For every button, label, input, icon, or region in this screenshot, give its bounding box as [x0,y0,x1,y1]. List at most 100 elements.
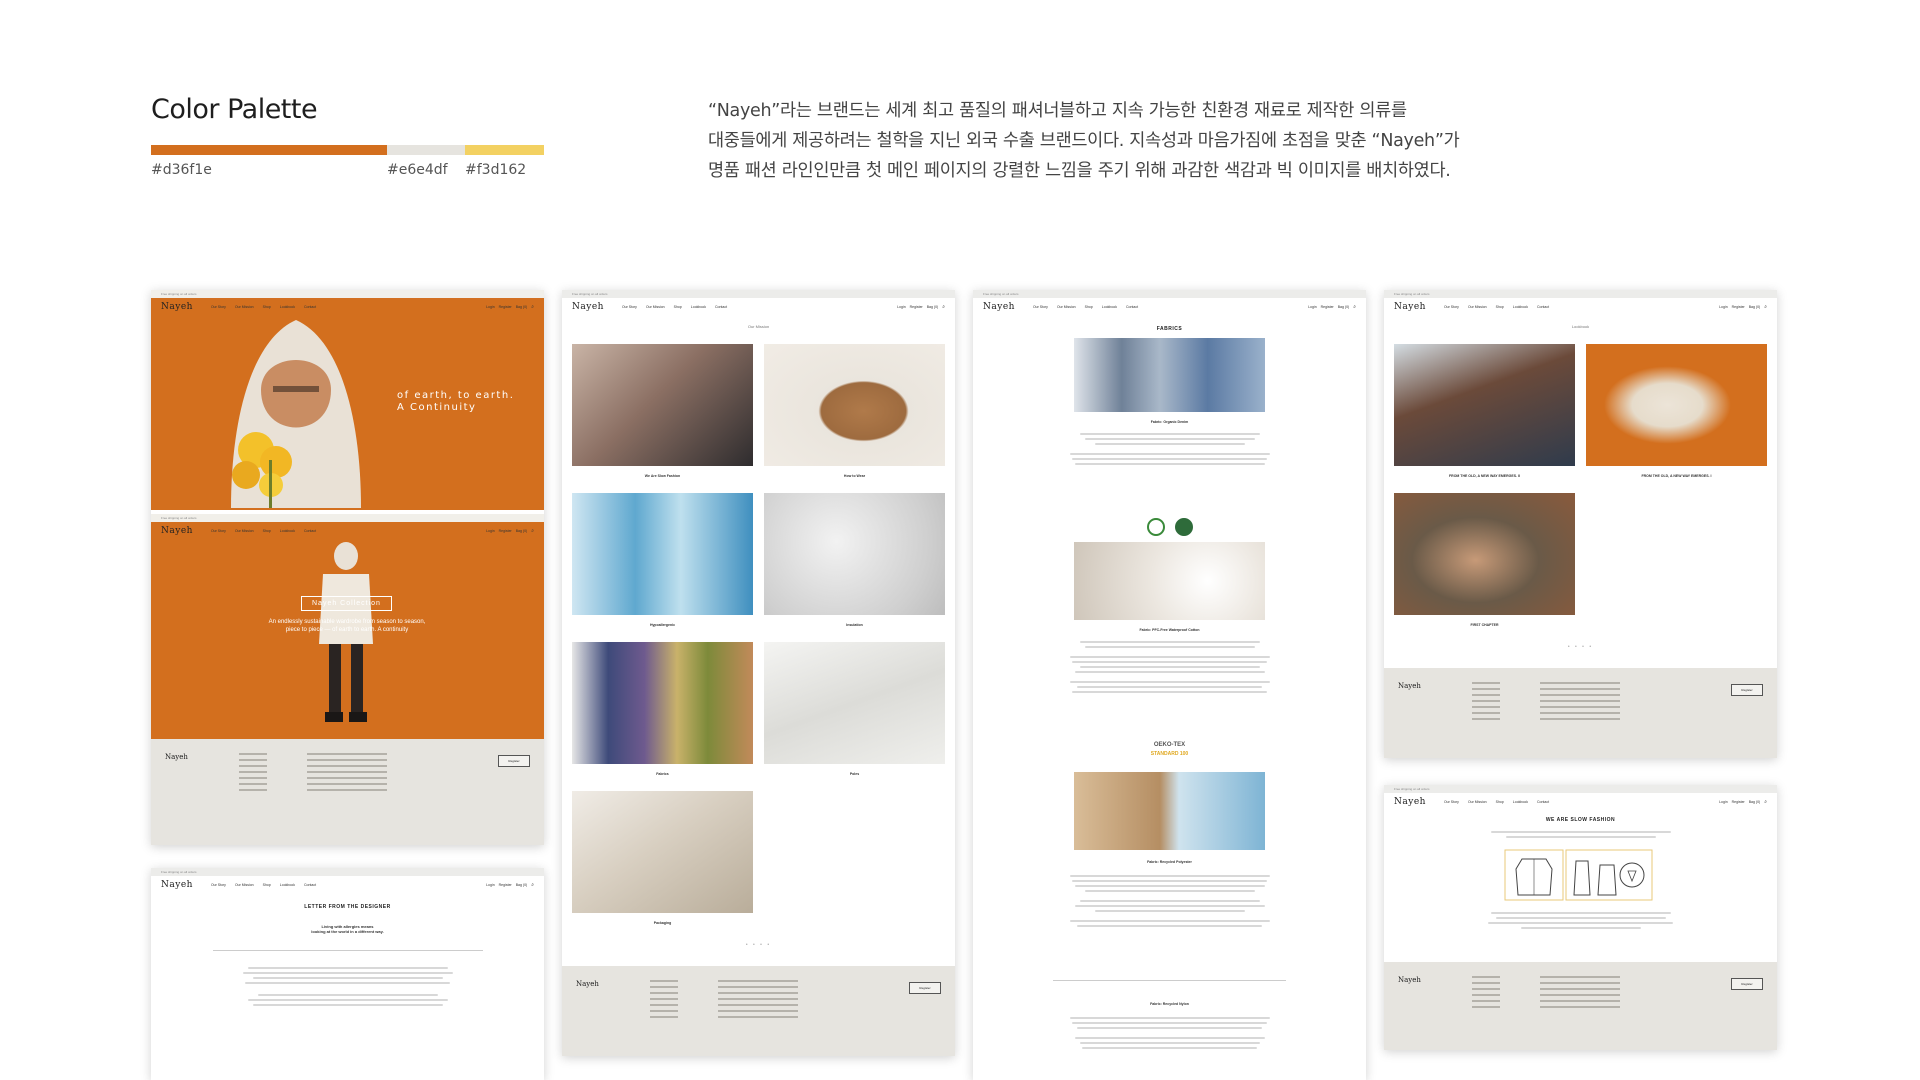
nav-link[interactable]: Our Story [622,305,637,309]
bag-link[interactable]: Bag (0) [927,305,938,309]
nav-link[interactable]: Contact [1537,800,1549,804]
nav-link[interactable]: Our Story [211,883,226,887]
search-icon[interactable]: ⌕ [531,882,534,888]
login-link[interactable]: Login [1719,800,1728,804]
mission-image-insulation[interactable] [764,493,945,615]
pagination-dots[interactable]: • • • • [1384,644,1777,650]
mission-image-hypoallergenic[interactable] [572,493,753,615]
nav-link[interactable]: Shop [263,529,271,533]
nav-link[interactable]: Our Mission [235,883,254,887]
fabric-section-title: Fabric: Recycled Nylon [1150,1002,1189,1006]
register-link[interactable]: Register [1732,305,1745,309]
nav-link[interactable]: Our Story [211,529,226,533]
logo[interactable]: Nayeh [161,302,193,312]
nav-link[interactable]: Our Story [1033,305,1048,309]
footer-register-button[interactable]: Register [909,982,941,994]
fabric-section-title: Fabric: Organic Denim [1150,420,1189,424]
bag-link[interactable]: Bag (0) [1338,305,1349,309]
register-link[interactable]: Register [1732,800,1745,804]
login-link[interactable]: Login [486,305,495,309]
register-link[interactable]: Register [1321,305,1334,309]
footer-logo[interactable]: Nayeh [1398,976,1421,984]
register-link[interactable]: Register [499,883,512,887]
register-link[interactable]: Register [499,305,512,309]
fabric-image-denim [1074,338,1265,412]
register-link[interactable]: Register [499,529,512,533]
nav-link[interactable]: Contact [1537,305,1549,309]
mission-image-packaging[interactable] [572,791,753,913]
mission-image-how-to-wear[interactable] [764,344,945,466]
logo[interactable]: Nayeh [983,302,1015,312]
nav-link[interactable]: Our Mission [1057,305,1076,309]
bag-link[interactable]: Bag (0) [1749,305,1760,309]
logo[interactable]: Nayeh [572,302,604,312]
fabrics-title: FABRICS [1156,326,1183,332]
search-icon[interactable]: ⌕ [1764,304,1767,310]
nav-link[interactable]: Contact [304,883,316,887]
mission-image-slow-fashion[interactable] [572,344,753,466]
text-line [252,1004,443,1006]
nav-link[interactable]: Our Mission [235,529,254,533]
footer-company-info [1540,976,1620,1012]
footer-register-button[interactable]: Register [498,755,530,767]
pagination-dots[interactable]: • • • • [562,942,955,948]
nav-link[interactable]: Shop [1085,305,1093,309]
lookbook-caption: FROM THE OLD, A NEW WAY EMERGES. I [1641,474,1712,478]
bag-link[interactable]: Bag (0) [516,883,527,887]
footer-register-button[interactable]: Register [1731,684,1763,696]
login-link[interactable]: Login [486,883,495,887]
logo[interactable]: Nayeh [161,526,193,536]
login-link[interactable]: Login [897,305,906,309]
nav-link[interactable]: Lookbook [1513,800,1528,804]
nav-link[interactable]: Lookbook [1102,305,1117,309]
footer-logo[interactable]: Nayeh [576,980,599,988]
nav-link[interactable]: Contact [715,305,727,309]
nav-link[interactable]: Contact [304,529,316,533]
footer-register-button[interactable]: Register [1731,978,1763,990]
nav-link[interactable]: Shop [1496,800,1504,804]
nav-link[interactable]: Shop [674,305,682,309]
nav-link[interactable]: Our Mission [646,305,665,309]
letter-divider [212,950,483,951]
nav-link[interactable]: Our Story [1444,305,1459,309]
login-link[interactable]: Login [1308,305,1317,309]
nav-link[interactable]: Our Mission [1468,800,1487,804]
logo[interactable]: Nayeh [1394,302,1426,312]
search-icon[interactable]: ⌕ [942,304,945,310]
login-link[interactable]: Login [486,529,495,533]
nav-link[interactable]: Lookbook [691,305,706,309]
lookbook-image-1[interactable] [1394,344,1575,466]
footer-logo[interactable]: Nayeh [165,753,188,761]
nav-link[interactable]: Contact [1126,305,1138,309]
bag-link[interactable]: Bag (0) [516,529,527,533]
lookbook-image-3[interactable] [1394,493,1575,615]
register-link[interactable]: Register [910,305,923,309]
nav-link[interactable]: Lookbook [1513,305,1528,309]
search-icon[interactable]: ⌕ [531,528,534,534]
logo[interactable]: Nayeh [161,880,193,890]
mission-image-poles[interactable] [764,642,945,764]
nav-link[interactable]: Lookbook [280,529,295,533]
bag-link[interactable]: Bag (0) [1749,800,1760,804]
search-icon[interactable]: ⌕ [1353,304,1356,310]
login-link[interactable]: Login [1719,305,1728,309]
footer-logo[interactable]: Nayeh [1398,682,1421,690]
nav-links: Our Story Our Mission Shop Lookbook Cont… [1444,305,1549,309]
logo[interactable]: Nayeh [1394,797,1426,807]
nav-link[interactable]: Our Mission [1468,305,1487,309]
nav-link[interactable]: Shop [263,883,271,887]
nav-link[interactable]: Our Story [1444,800,1459,804]
search-icon[interactable]: ⌕ [1764,799,1767,805]
oeko-tex-logo: OEKO-TEX [1153,742,1186,748]
mission-image-fabrics[interactable] [572,642,753,764]
collection-label[interactable]: Nayeh Collection [301,596,392,611]
nav-link[interactable]: Lookbook [280,883,295,887]
footer-company-info [1540,682,1620,724]
nav-link[interactable]: Shop [1496,305,1504,309]
nav-right: Login Register Bag (0) ⌕ [897,304,945,310]
lookbook-image-2[interactable] [1586,344,1767,466]
fabric-image-polyester [1074,772,1265,850]
bag-link[interactable]: Bag (0) [516,305,527,309]
nav-right: Login Register Bag (0) ⌕ [486,882,534,888]
search-icon[interactable]: ⌕ [531,304,534,310]
